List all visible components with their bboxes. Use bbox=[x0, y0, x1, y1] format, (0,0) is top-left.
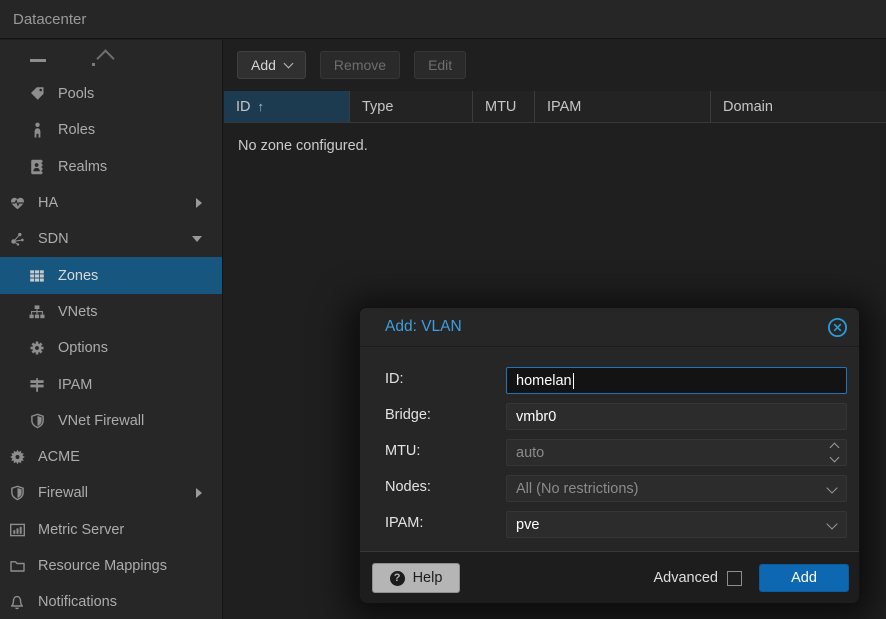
empty-table-message: No zone configured. bbox=[238, 138, 368, 154]
advanced-checkbox[interactable] bbox=[727, 571, 742, 586]
id-input[interactable]: homelan bbox=[506, 367, 847, 394]
zones-toolbar: Add Remove Edit bbox=[224, 40, 886, 90]
sidebar-item-resource-mappings[interactable]: Resource Mappings bbox=[0, 548, 222, 584]
add-button[interactable]: Add bbox=[237, 51, 306, 79]
nodes-select[interactable]: All (No restrictions) bbox=[506, 475, 847, 502]
zones-table-header: ID ↑ Type MTU IPAM Domain bbox=[224, 91, 886, 123]
bell-icon bbox=[8, 594, 26, 611]
collapse-arrow-icon[interactable] bbox=[192, 236, 202, 242]
certificate-icon bbox=[8, 449, 26, 466]
sidebar-item-realms[interactable]: Realms bbox=[0, 149, 222, 185]
nodes-label: Nodes: bbox=[385, 479, 431, 495]
id-label: ID: bbox=[385, 371, 404, 387]
advanced-label: Advanced bbox=[654, 570, 719, 586]
text-cursor bbox=[573, 373, 575, 389]
field-row-mtu: MTU: auto bbox=[360, 439, 859, 466]
close-icon[interactable] bbox=[827, 317, 848, 338]
spinner-up-icon[interactable] bbox=[830, 443, 840, 453]
address-book-icon bbox=[28, 158, 46, 175]
bar-chart-icon bbox=[8, 521, 26, 538]
sidebar-item-metric-server[interactable]: Metric Server bbox=[0, 512, 222, 548]
sitemap-icon bbox=[28, 303, 46, 320]
expand-arrow-icon[interactable] bbox=[196, 488, 202, 498]
partial-dot bbox=[92, 63, 95, 66]
heartbeat-icon bbox=[8, 195, 26, 212]
sidebar-item-notifications[interactable]: Notifications bbox=[0, 584, 222, 619]
chevron-down-icon[interactable] bbox=[826, 518, 837, 529]
sidebar-item-partial[interactable] bbox=[0, 40, 222, 76]
dialog-header[interactable]: Add: VLAN bbox=[360, 308, 859, 347]
sidebar-item-options[interactable]: Options bbox=[0, 330, 222, 366]
column-header-domain[interactable]: Domain bbox=[711, 91, 886, 122]
add-vlan-dialog: Add: VLAN ID: homelan Bridge: vmbr0 MTU:… bbox=[359, 307, 860, 603]
app-header: Datacenter bbox=[0, 0, 886, 39]
dialog-title: Add: VLAN bbox=[360, 318, 462, 336]
signpost-icon bbox=[28, 376, 46, 393]
sidebar-item-ipam[interactable]: IPAM bbox=[0, 366, 222, 402]
sidebar-item-vnets[interactable]: VNets bbox=[0, 294, 222, 330]
field-row-ipam: IPAM: pve bbox=[360, 511, 859, 538]
partial-icon bbox=[30, 59, 46, 62]
tag-icon bbox=[28, 86, 46, 103]
question-icon: ? bbox=[390, 571, 405, 586]
grid-icon bbox=[28, 267, 46, 284]
network-icon bbox=[8, 231, 26, 248]
expand-arrow-icon[interactable] bbox=[196, 198, 202, 208]
sidebar-item-firewall[interactable]: Firewall bbox=[0, 475, 222, 511]
field-row-nodes: Nodes: All (No restrictions) bbox=[360, 475, 859, 502]
chevron-up-icon bbox=[96, 49, 114, 67]
folder-icon bbox=[8, 558, 26, 575]
resource-tree: Pools Roles Realms HA SDN Zones bbox=[0, 40, 223, 619]
sidebar-item-pools[interactable]: Pools bbox=[0, 76, 222, 112]
user-icon bbox=[28, 122, 46, 139]
gear-icon bbox=[28, 340, 46, 357]
number-spinner[interactable] bbox=[831, 444, 838, 461]
advanced-toggle: Advanced bbox=[654, 552, 743, 604]
ipam-label: IPAM: bbox=[385, 515, 423, 531]
page-title: Datacenter bbox=[0, 11, 86, 28]
field-row-id: ID: homelan bbox=[360, 367, 859, 394]
edit-button[interactable]: Edit bbox=[414, 51, 466, 79]
chevron-down-icon bbox=[283, 58, 293, 68]
shield-icon bbox=[28, 412, 46, 429]
column-header-mtu[interactable]: MTU bbox=[473, 91, 535, 122]
column-header-type[interactable]: Type bbox=[350, 91, 473, 122]
sidebar-item-acme[interactable]: ACME bbox=[0, 439, 222, 475]
dialog-footer: ? Help Advanced Add bbox=[360, 551, 859, 603]
sidebar-item-sdn[interactable]: SDN bbox=[0, 221, 222, 257]
sidebar-item-vnet-firewall[interactable]: VNet Firewall bbox=[0, 403, 222, 439]
sort-ascending-icon: ↑ bbox=[258, 99, 265, 114]
bridge-input[interactable]: vmbr0 bbox=[506, 403, 847, 430]
mtu-label: MTU: bbox=[385, 443, 420, 459]
shield-icon bbox=[8, 485, 26, 502]
sidebar-item-ha[interactable]: HA bbox=[0, 185, 222, 221]
ipam-select[interactable]: pve bbox=[506, 511, 847, 538]
submit-add-button[interactable]: Add bbox=[759, 564, 849, 592]
bridge-label: Bridge: bbox=[385, 407, 431, 423]
mtu-input[interactable]: auto bbox=[506, 439, 847, 466]
sidebar-item-roles[interactable]: Roles bbox=[0, 112, 222, 148]
sidebar-item-zones[interactable]: Zones bbox=[0, 257, 222, 293]
remove-button[interactable]: Remove bbox=[320, 51, 400, 79]
column-header-id[interactable]: ID ↑ bbox=[224, 91, 350, 122]
help-button[interactable]: ? Help bbox=[372, 563, 460, 593]
spinner-down-icon[interactable] bbox=[830, 453, 840, 463]
chevron-down-icon[interactable] bbox=[826, 482, 837, 493]
column-header-ipam[interactable]: IPAM bbox=[535, 91, 711, 122]
field-row-bridge: Bridge: vmbr0 bbox=[360, 403, 859, 430]
